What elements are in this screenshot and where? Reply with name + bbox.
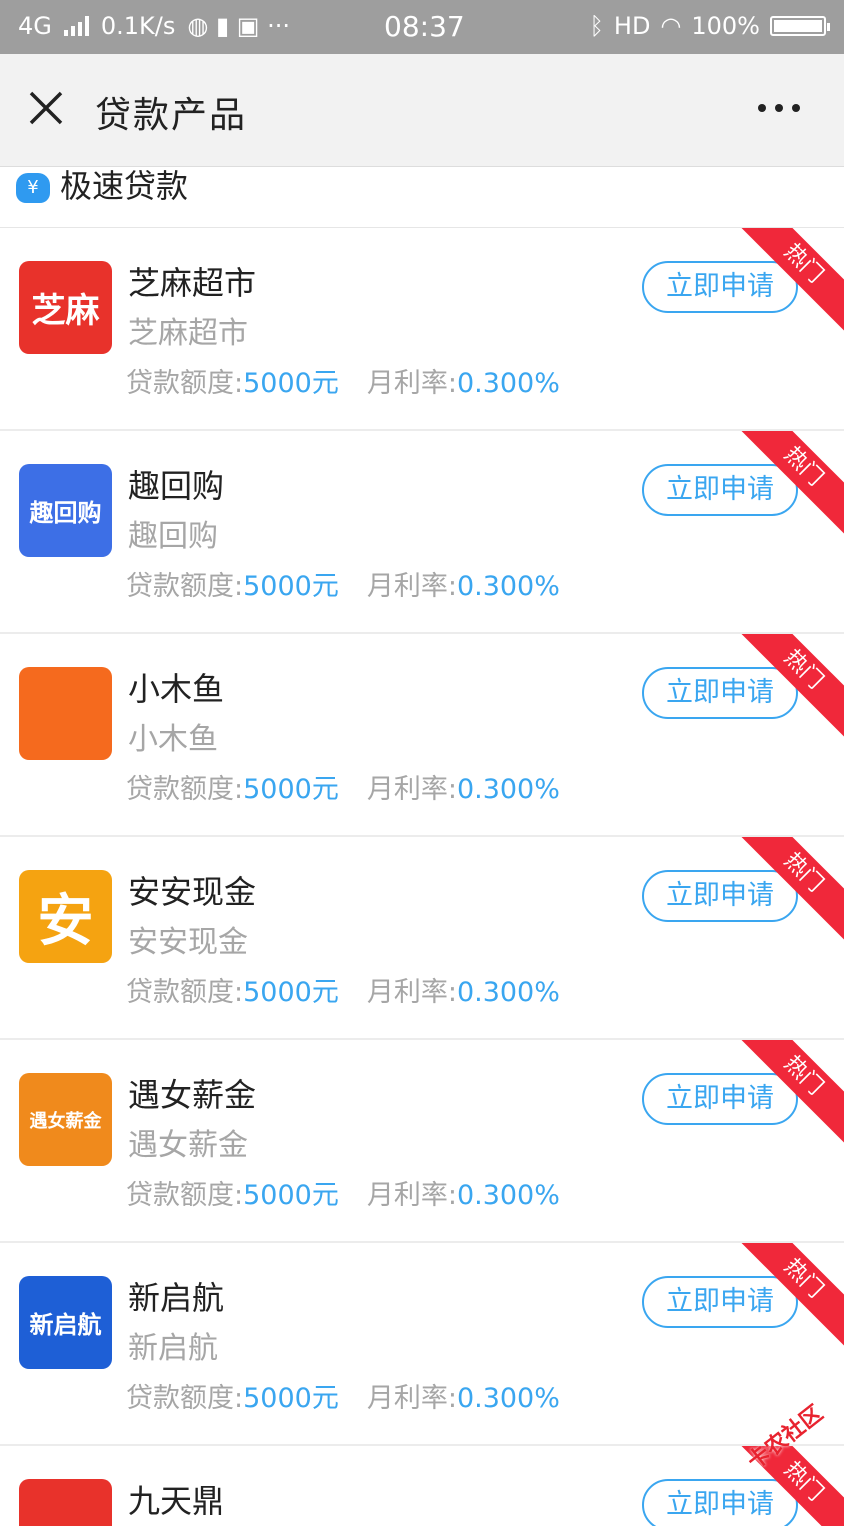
apply-button[interactable]: 立即申请 <box>642 261 798 313</box>
rate-label: 月利率: <box>366 774 457 805</box>
apply-button[interactable]: 立即申请 <box>642 870 798 922</box>
amount-value: 5000元 <box>243 977 339 1008</box>
network-speed: 0.1K/s <box>100 12 176 40</box>
product-name[interactable]: 安安现金 <box>128 867 256 913</box>
product-name[interactable]: 趣回购 <box>128 461 224 507</box>
hd-label: HD <box>613 12 651 40</box>
network-type: 4G <box>18 12 52 40</box>
product-subtitle: 芝麻超市 <box>128 316 248 351</box>
logo-text: 安 <box>37 889 94 954</box>
logo-text: 遇女薪金 <box>29 1110 102 1132</box>
app-logo-icon: 新启航 <box>19 1276 112 1369</box>
apply-button[interactable]: 立即申请 <box>642 1479 798 1526</box>
product-meta: 贷款额度:5000元 月利率:0.300% <box>126 564 560 603</box>
rate-value: 0.300% <box>456 774 560 805</box>
list-item[interactable]: 遇女薪金 遇女薪金 遇女薪金 贷款额度:5000元 月利率:0.300% 立即申请… <box>0 1040 844 1243</box>
list-item[interactable]: 小木鱼 小木鱼 贷款额度:5000元 月利率:0.300% 立即申请 热门 <box>0 634 844 837</box>
bluetooth-icon: ᛒ <box>589 12 604 40</box>
product-logo: 趣回购 <box>19 464 112 557</box>
product-meta: 贷款额度:5000元 月利率:0.300% <box>126 1173 560 1212</box>
product-logo: 遇女薪金 <box>19 1073 112 1166</box>
amount-label: 贷款额度: <box>126 368 244 399</box>
product-subtitle: 安安现金 <box>128 925 248 960</box>
rate-label: 月利率: <box>366 571 457 602</box>
amount-label: 贷款额度: <box>126 1180 244 1211</box>
apply-button[interactable]: 立即申请 <box>642 1073 798 1125</box>
app-logo-icon <box>19 1479 112 1526</box>
amount-label: 贷款额度: <box>126 774 244 805</box>
product-logo: 新启航 <box>19 1276 112 1369</box>
product-subtitle: 趣回购 <box>128 519 218 554</box>
section-title: 极速贷款 <box>60 167 189 205</box>
product-name[interactable]: 九天鼎 <box>128 1476 224 1522</box>
amount-label: 贷款额度: <box>126 1383 244 1414</box>
product-logo <box>19 667 112 760</box>
apply-button[interactable]: 立即申请 <box>642 667 798 719</box>
app-logo-icon <box>19 667 112 760</box>
list-item[interactable]: 趣回购 趣回购 趣回购 贷款额度:5000元 月利率:0.300% 立即申请 热门 <box>0 431 844 634</box>
logo-text: 趣回购 <box>29 499 102 527</box>
rate-value: 0.300% <box>456 1180 560 1211</box>
list-item[interactable]: 安 安安现金 安安现金 贷款额度:5000元 月利率:0.300% 立即申请 热门 <box>0 837 844 1040</box>
section-header: ¥ 极速贷款 <box>0 167 844 228</box>
product-name[interactable]: 遇女薪金 <box>128 1070 256 1116</box>
list-item[interactable]: 芝麻 芝麻超市 芝麻超市 贷款额度:5000元 月利率:0.300% 立即申请 热… <box>0 228 844 431</box>
nav-bar: 贷款产品 <box>0 54 844 167</box>
rate-value: 0.300% <box>456 1383 560 1414</box>
logo-text: 新启航 <box>29 1311 102 1339</box>
product-meta: 贷款额度:5000元 月利率:0.300% <box>126 361 560 400</box>
amount-value: 5000元 <box>243 774 339 805</box>
product-name[interactable]: 芝麻超市 <box>128 258 256 304</box>
page-title: 贷款产品 <box>95 95 248 136</box>
status-bar: 4G 0.1K/s ◍ ▮ ▣ ··· 08:37 ᛒ HD ◠ 100% <box>0 0 844 54</box>
app-logo-icon: 安 <box>19 870 112 963</box>
product-subtitle: 遇女薪金 <box>128 1128 248 1163</box>
list-item[interactable]: 新启航 新启航 新启航 贷款额度:5000元 月利率:0.300% 立即申请 热门 <box>0 1243 844 1446</box>
battery-percent: 100% <box>691 12 760 40</box>
amount-label: 贷款额度: <box>126 571 244 602</box>
signal-icon <box>63 16 89 36</box>
rate-label: 月利率: <box>366 368 457 399</box>
product-logo <box>19 1479 112 1526</box>
amount-value: 5000元 <box>243 1383 339 1414</box>
product-subtitle: 小木鱼 <box>128 722 218 757</box>
rate-value: 0.300% <box>456 571 560 602</box>
product-meta: 贷款额度:5000元 月利率:0.300% <box>126 970 560 1009</box>
product-list: 芝麻 芝麻超市 芝麻超市 贷款额度:5000元 月利率:0.300% 立即申请 热… <box>0 228 844 1526</box>
amount-label: 贷款额度: <box>126 977 244 1008</box>
amount-value: 5000元 <box>243 571 339 602</box>
rate-value: 0.300% <box>456 368 560 399</box>
clock: 08:37 <box>384 10 465 43</box>
wifi-icon: ◠ <box>660 12 682 40</box>
rate-value: 0.300% <box>456 977 560 1008</box>
product-logo: 安 <box>19 870 112 963</box>
rate-label: 月利率: <box>366 1180 457 1211</box>
amount-value: 5000元 <box>243 368 339 399</box>
battery-icon <box>770 16 830 36</box>
money-bag-icon: ¥ <box>16 173 50 203</box>
product-subtitle: 新启航 <box>128 1331 218 1366</box>
list-item[interactable]: 九天鼎 贷款额度:月利率: 立即申请 热门 <box>0 1446 844 1526</box>
rate-label: 月利率: <box>366 1383 457 1414</box>
rate-label: 月利率: <box>366 977 457 1008</box>
app-logo-icon: 芝麻 <box>19 261 112 354</box>
product-logo: 芝麻 <box>19 261 112 354</box>
app-logo-icon: 遇女薪金 <box>19 1073 112 1166</box>
app-logo-icon: 趣回购 <box>19 464 112 557</box>
apply-button[interactable]: 立即申请 <box>642 1276 798 1328</box>
more-icon[interactable] <box>758 104 800 112</box>
product-meta: 贷款额度:5000元 月利率:0.300% <box>126 767 560 806</box>
close-icon[interactable] <box>28 90 64 126</box>
logo-text: 芝麻 <box>31 291 100 331</box>
notification-icon: ◍ ▮ ▣ ··· <box>187 12 290 40</box>
product-name[interactable]: 新启航 <box>128 1273 224 1319</box>
product-name[interactable]: 小木鱼 <box>128 664 224 710</box>
product-meta: 贷款额度:5000元 月利率:0.300% <box>126 1376 560 1415</box>
amount-value: 5000元 <box>243 1180 339 1211</box>
apply-button[interactable]: 立即申请 <box>642 464 798 516</box>
